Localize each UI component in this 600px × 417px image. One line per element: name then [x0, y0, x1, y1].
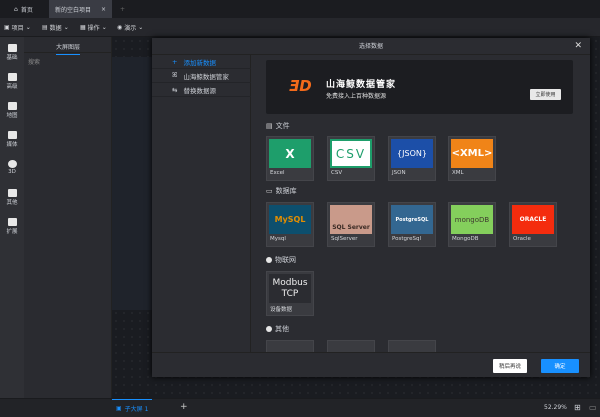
- home-icon: ⌂: [14, 5, 18, 13]
- file-icon: ▤: [266, 122, 273, 130]
- tab-home[interactable]: ⌂ 首页: [8, 0, 39, 18]
- brand-logo-icon: ƎD: [289, 77, 312, 95]
- network-icon: ꕤ: [172, 71, 178, 79]
- tile-postgresql[interactable]: PostgreSQL PostgreSql: [388, 202, 436, 247]
- tile-other-3[interactable]: [388, 340, 436, 352]
- later-button[interactable]: 稍后再说: [493, 359, 527, 373]
- menu-operation[interactable]: ▦ 操作 ⌄: [80, 21, 107, 34]
- layer-search-input[interactable]: 搜索: [28, 57, 40, 66]
- cube-icon: [7, 160, 17, 168]
- rail-3d[interactable]: 3D: [0, 160, 24, 175]
- menu-data[interactable]: ▤ 数据 ⌄: [42, 21, 69, 34]
- tile-sqlserver[interactable]: SQL Server SqlServer: [327, 202, 375, 247]
- page-icon: ▣: [116, 405, 122, 412]
- crown-icon: [7, 73, 17, 81]
- rail-media[interactable]: 媒体: [0, 131, 24, 148]
- tile-api[interactable]: [266, 340, 314, 352]
- nav-add-new-data[interactable]: + 添加新数据: [152, 55, 251, 69]
- tile-oracle[interactable]: ORACLE Oracle: [509, 202, 557, 247]
- map-icon: [7, 102, 17, 110]
- compass-icon: [266, 257, 272, 263]
- rail-basic[interactable]: 基础: [0, 44, 24, 61]
- tile-xml[interactable]: <XML> XML: [448, 136, 496, 181]
- rail-map[interactable]: 地图: [0, 102, 24, 119]
- use-now-button[interactable]: 立即使用: [530, 89, 561, 100]
- data-manager-banner[interactable]: ƎD 山海鲸数据管家 免费接入上百种数据源 立即使用: [266, 60, 573, 114]
- confirm-button[interactable]: 确定: [541, 359, 579, 373]
- tile-mysql[interactable]: MySQL Mysql: [266, 202, 314, 247]
- close-icon[interactable]: ×: [101, 6, 106, 13]
- dialog-footer: 稍后再说 确定: [152, 352, 590, 377]
- select-data-dialog: 选择数据 ✕ + 添加新数据 ꕤ 山海鲸数据管家 ⇆ 替换数据源 ƎD 山海鲸数据管家…: [152, 38, 590, 377]
- tile-json[interactable]: {JSON} JSON: [388, 136, 436, 181]
- rail-advanced[interactable]: 高级: [0, 73, 24, 90]
- menu-project[interactable]: ▣ 项目 ⌄: [4, 21, 31, 34]
- puzzle-icon: [7, 218, 17, 226]
- status-bar: ▣ 子大屏 1 + 52.29% ⊞ ▭: [0, 398, 600, 417]
- section-database: ▭ 数据库: [266, 187, 297, 195]
- add-page-button[interactable]: +: [180, 402, 188, 412]
- rail-extend[interactable]: 扩展: [0, 218, 24, 235]
- preview-icon[interactable]: ▭: [589, 403, 597, 412]
- rail-other[interactable]: 其他: [0, 189, 24, 206]
- tile-other-2[interactable]: [327, 340, 375, 352]
- media-icon: [7, 131, 17, 139]
- plus-icon: +: [172, 57, 178, 66]
- close-icon[interactable]: ✕: [574, 38, 582, 55]
- layer-title: 大屏图层: [56, 42, 81, 55]
- zoom-level: 52.29%: [544, 404, 567, 411]
- other-icon: [7, 189, 17, 197]
- tile-csv[interactable]: CSV CSV: [327, 136, 375, 181]
- menu-present[interactable]: ◉ 演示 ⌄: [117, 21, 143, 34]
- chart-icon: [7, 44, 17, 52]
- tab-project[interactable]: 新的空白项目 ×: [49, 0, 112, 18]
- layer-panel: 大屏图层 搜索: [24, 37, 112, 398]
- section-files: ▤ 文件: [266, 122, 290, 130]
- new-tab-button[interactable]: +: [114, 0, 131, 18]
- screen-area: [112, 57, 152, 310]
- section-iot: 物联网: [266, 255, 296, 265]
- page-tab[interactable]: ▣ 子大屏 1: [112, 399, 152, 417]
- database-icon: ▭: [266, 187, 273, 195]
- compass-icon: [266, 326, 272, 332]
- toolbar: ▣ 项目 ⌄ ▤ 数据 ⌄ ▦ 操作 ⌄ ◉ 演示 ⌄: [0, 18, 600, 37]
- fit-screen-icon[interactable]: ⊞: [574, 403, 581, 412]
- tile-modbus[interactable]: Modbus TCP 设备数据: [266, 271, 314, 316]
- component-rail: 基础 高级 地图 媒体 3D 其他 扩展: [0, 37, 24, 398]
- swap-icon: ⇆: [172, 85, 178, 94]
- nav-data-manager[interactable]: ꕤ 山海鲸数据管家: [152, 69, 251, 83]
- dialog-title: 选择数据: [358, 43, 383, 50]
- tile-excel[interactable]: X Excel: [266, 136, 314, 181]
- nav-replace-source[interactable]: ⇆ 替换数据源: [152, 83, 251, 97]
- tile-mongodb[interactable]: mongoDB MongoDB: [448, 202, 496, 247]
- section-other: 其他: [266, 324, 289, 334]
- tab-bar: ⌂ 首页 新的空白项目 × +: [0, 0, 600, 18]
- dialog-nav: + 添加新数据 ꕤ 山海鲸数据管家 ⇆ 替换数据源: [152, 55, 251, 352]
